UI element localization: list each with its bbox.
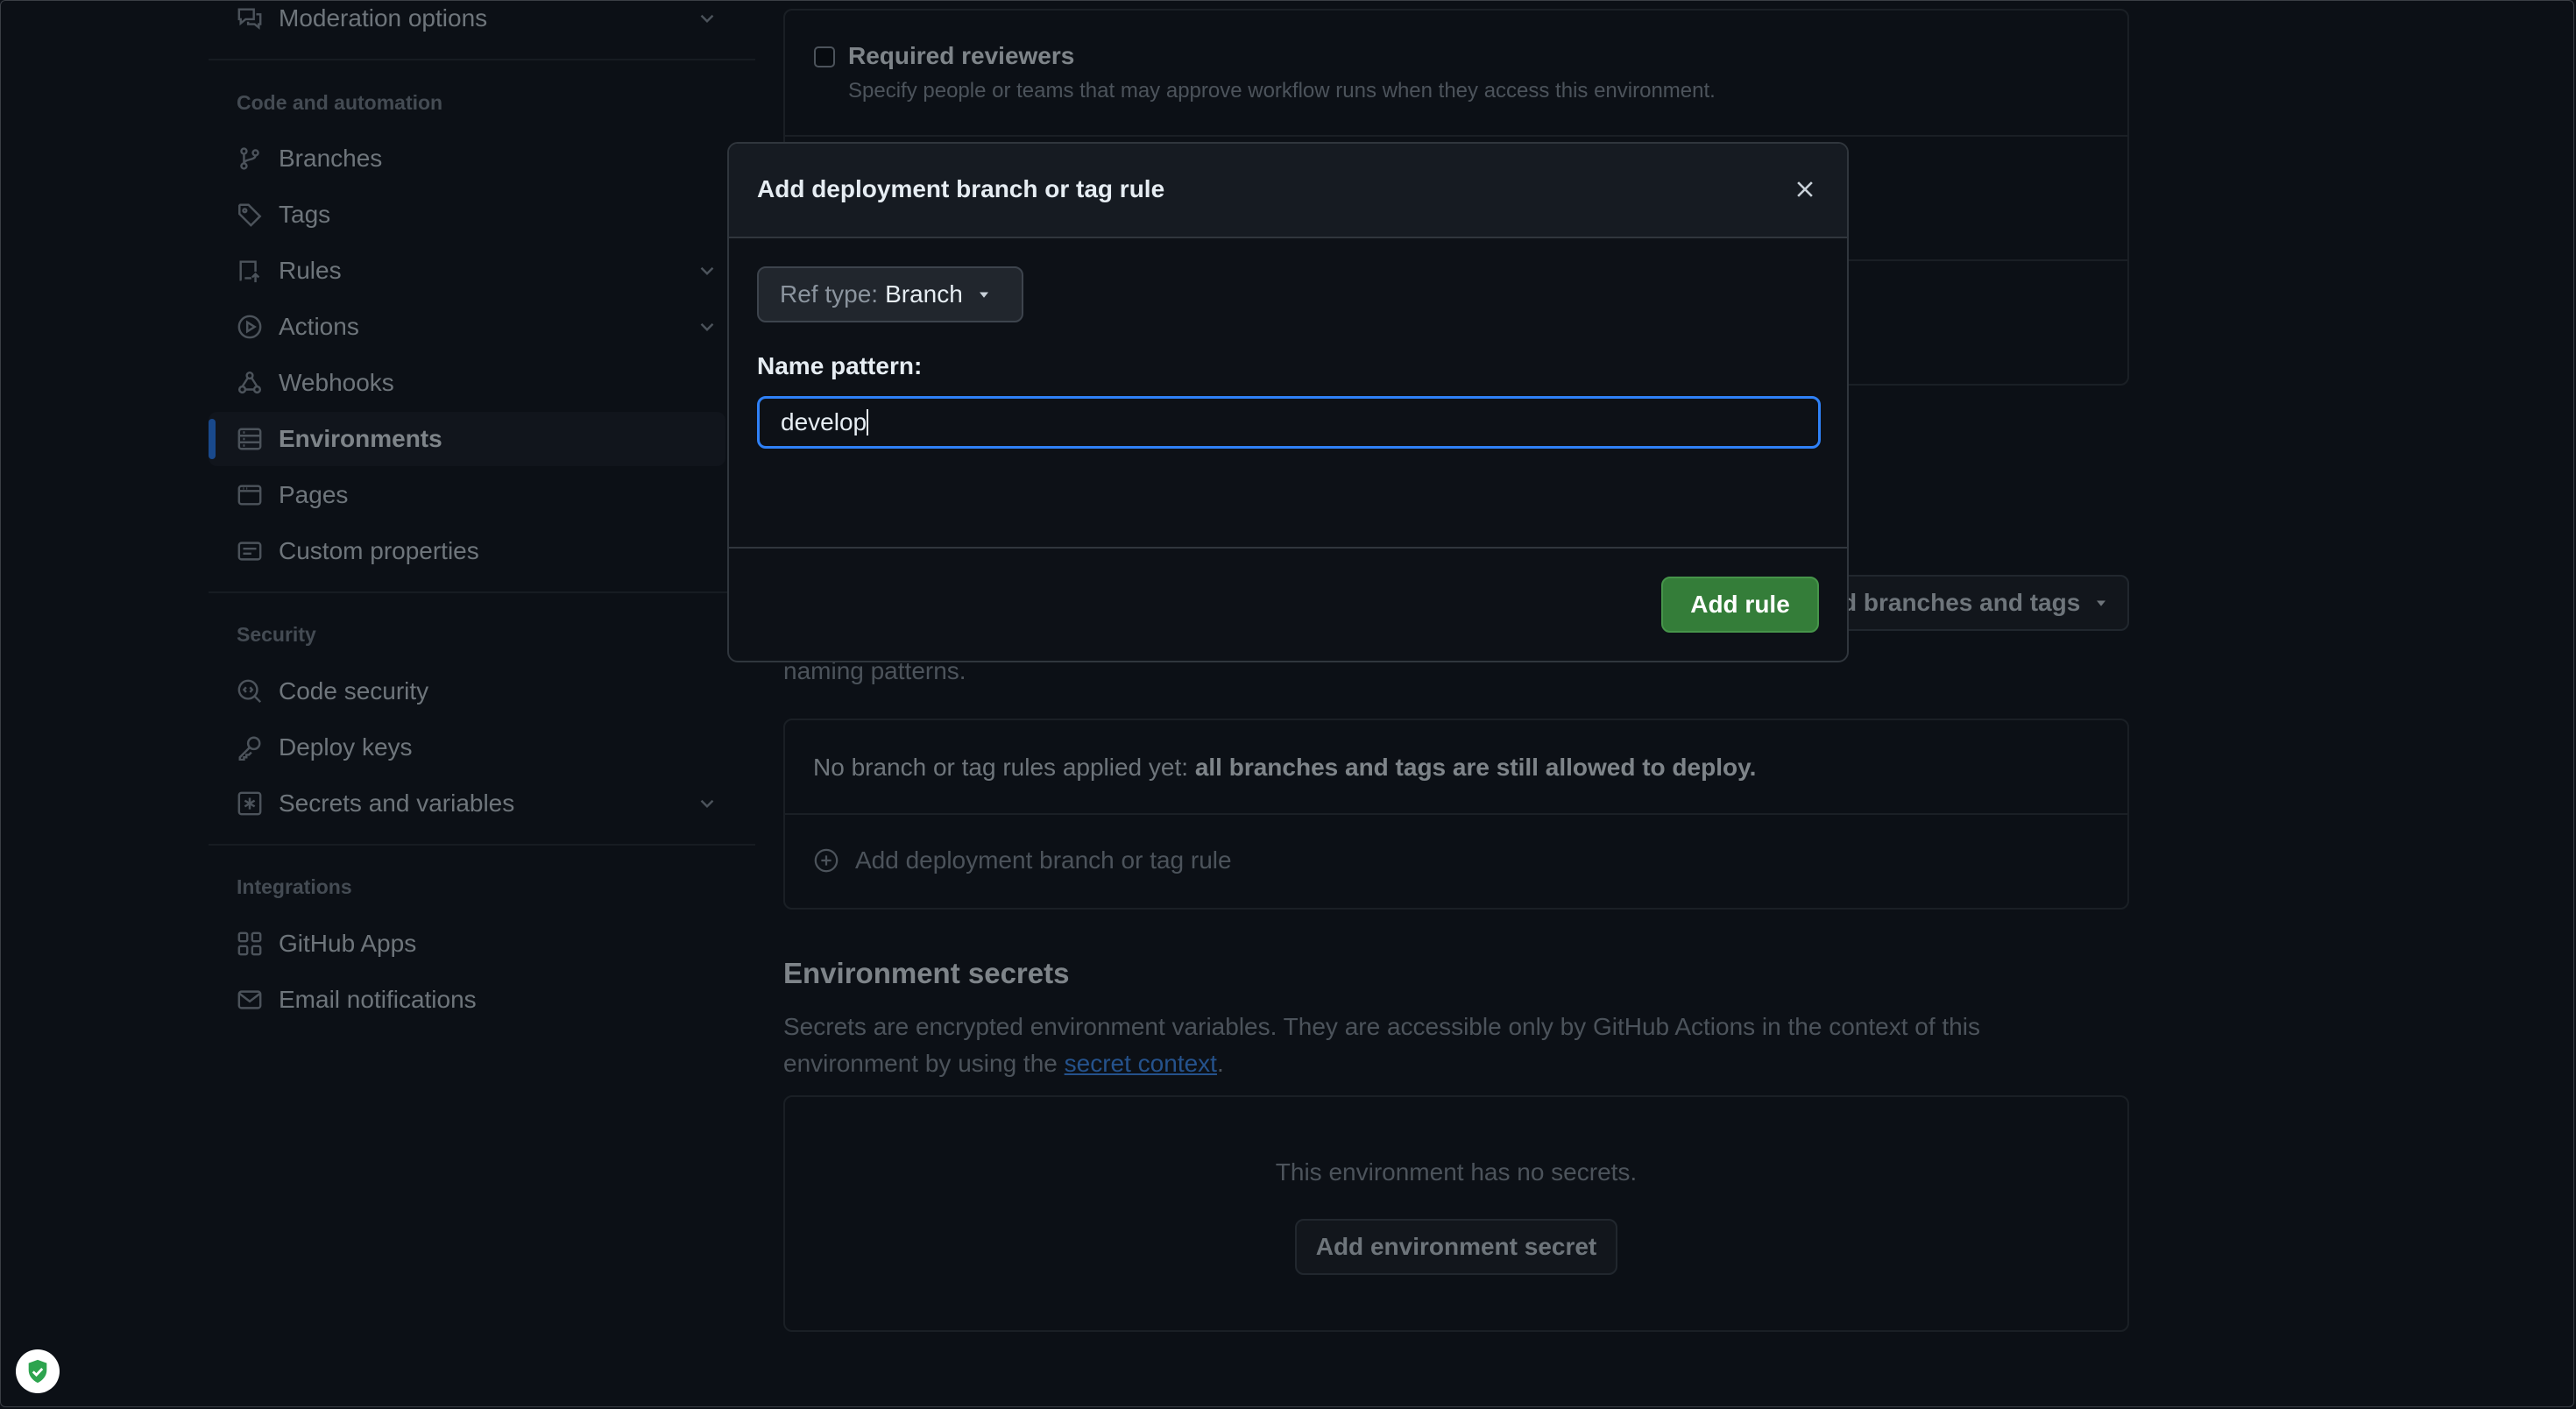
name-pattern-input[interactable]: develop: [757, 396, 1821, 449]
text-cursor: [867, 409, 869, 435]
name-pattern-value: develop: [781, 408, 867, 435]
dialog-footer: Add rule: [729, 547, 1847, 661]
shield-check-icon[interactable]: [16, 1349, 60, 1393]
settings-page: Moderation options Code and automation B…: [0, 0, 2576, 1409]
add-rule-dialog: Add deployment branch or tag rule Ref ty…: [727, 142, 1849, 662]
triangle-down-icon: [979, 292, 988, 298]
add-rule-button[interactable]: Add rule: [1661, 577, 1819, 633]
ref-type-value: Branch: [885, 280, 963, 308]
ref-type-dropdown[interactable]: Ref type: Branch: [757, 266, 1023, 322]
name-pattern-label: Name pattern:: [757, 352, 923, 379]
dialog-header: Add deployment branch or tag rule: [729, 144, 1847, 238]
close-icon[interactable]: [1793, 177, 1817, 202]
dialog-title: Add deployment branch or tag rule: [757, 175, 1165, 202]
ref-type-prefix: Ref type:: [780, 280, 879, 308]
